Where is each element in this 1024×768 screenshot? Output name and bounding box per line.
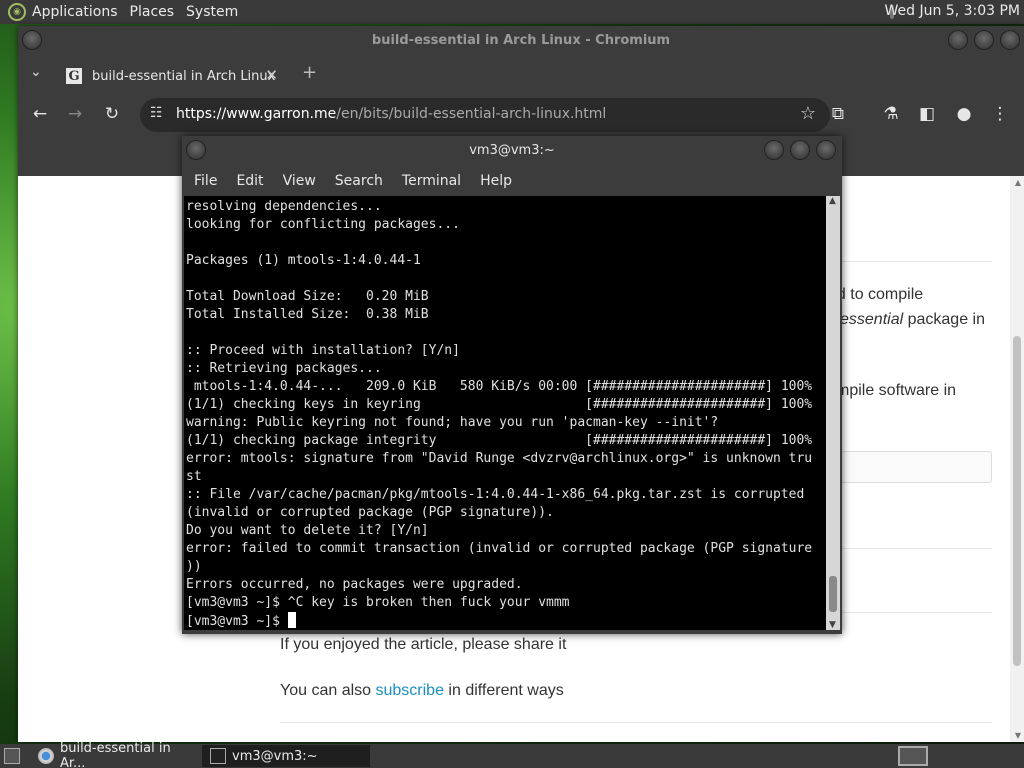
minimize-button[interactable] — [764, 140, 784, 160]
tab-title: build-essential in Arch Linux — [92, 68, 276, 84]
show-desktop-icon[interactable] — [4, 748, 20, 764]
prompt-text: [vm3@vm3 ~]$ — [186, 614, 288, 629]
window-menu-button[interactable] — [22, 30, 42, 50]
tab-close-icon[interactable]: ✕ — [265, 66, 278, 84]
reload-icon[interactable]: ↻ — [101, 104, 123, 124]
top-panel: ◉ Applications Places System Wed Jun 5, … — [0, 0, 1024, 24]
terminal-line: Total Download Size: 0.20 MiB — [186, 289, 429, 304]
divider — [280, 722, 992, 723]
subscribe-link[interactable]: subscribe — [375, 682, 443, 699]
browser-toolbar: ← → ↻ ☷ https://www.garron.me/en/bits/bu… — [18, 94, 1024, 138]
terminal-scrollbar[interactable]: ▲ ▼ — [826, 196, 840, 630]
back-icon[interactable]: ← — [29, 104, 51, 124]
url-text[interactable]: https://www.garron.me/en/bits/build-esse… — [176, 106, 606, 122]
side-panel-icon[interactable]: ◧ — [916, 104, 938, 124]
tab-search-icon[interactable]: ⌄ — [30, 64, 42, 80]
profile-icon[interactable]: ● — [953, 104, 975, 124]
terminal-line: warning: Public keyring not found; have … — [186, 415, 719, 430]
labs-flask-icon[interactable]: ⚗ — [880, 104, 902, 124]
terminal-line: (1/1) checking package integrity [######… — [186, 433, 813, 448]
menu-kebab-icon[interactable]: ⋮ — [989, 104, 1011, 124]
browser-titlebar[interactable]: build-essential in Arch Linux - Chromium — [18, 26, 1024, 56]
terminal-output[interactable]: resolving dependencies... looking for con… — [184, 196, 826, 630]
page-input-box[interactable] — [818, 451, 992, 483]
terminal-line: [vm3@vm3 ~]$ ^C key is broken then fuck … — [186, 595, 570, 610]
bottom-panel: build-essential in Ar... vm3@vm3:~ — [0, 741, 1024, 768]
chromium-icon — [38, 748, 54, 764]
tab-strip: ⌄ G build-essential in Arch Linux ✕ + — [18, 56, 1024, 94]
taskbar-item-terminal[interactable]: vm3@vm3:~ — [202, 745, 370, 767]
terminal-line: :: Proceed with installation? [Y/n] — [186, 343, 460, 358]
terminal-line: (1/1) checking keys in keyring [########… — [186, 397, 813, 412]
tab-build-essential[interactable]: G build-essential in Arch Linux ✕ — [58, 60, 288, 92]
terminal-line: looking for conflicting packages... — [186, 217, 460, 232]
terminal-line: mtools-1:4.0.44-... 209.0 KiB 580 KiB/s … — [186, 379, 813, 394]
close-button[interactable] — [1000, 30, 1020, 50]
share-text: If you enjoyed the article, please share… — [280, 636, 567, 653]
terminal-icon — [210, 748, 226, 764]
terminal-line: Packages (1) mtools-1:4.0.44-1 — [186, 253, 421, 268]
terminal-window: vm3@vm3:~ File Edit View Search Terminal… — [182, 136, 842, 634]
terminal-prompt-line[interactable]: [vm3@vm3 ~]$ — [186, 612, 826, 630]
menu-system[interactable]: System — [186, 4, 238, 20]
minimize-button[interactable] — [948, 30, 968, 50]
menu-places[interactable]: Places — [130, 4, 175, 20]
terminal-line: :: Retrieving packages... — [186, 361, 382, 376]
clock[interactable]: Wed Jun 5, 3:03 PM — [884, 3, 1020, 19]
scroll-down-icon[interactable]: ▼ — [829, 620, 836, 630]
site-info-icon[interactable]: ☷ — [150, 105, 163, 121]
new-tab-icon[interactable]: + — [302, 62, 317, 83]
terminal-title: vm3@vm3:~ — [469, 143, 555, 158]
forward-icon[interactable]: → — [64, 104, 86, 124]
menu-file[interactable]: File — [194, 173, 217, 189]
paragraph-fragment: mpile software in — [836, 382, 957, 399]
scroll-up-icon[interactable]: ▲ — [829, 196, 836, 206]
terminal-line: )) — [186, 559, 202, 574]
page-scrollbar[interactable]: ▲ ▼ — [1010, 176, 1024, 742]
scroll-thumb[interactable] — [1013, 336, 1021, 666]
menu-edit[interactable]: Edit — [236, 173, 263, 189]
terminal-line: st — [186, 469, 202, 484]
scroll-up-icon[interactable]: ▲ — [1015, 178, 1021, 187]
terminal-menubar: File Edit View Search Terminal Help — [182, 166, 842, 196]
terminal-titlebar[interactable]: vm3@vm3:~ — [182, 136, 842, 166]
menu-search[interactable]: Search — [335, 173, 383, 189]
maximize-button[interactable] — [974, 30, 994, 50]
workspace-switcher[interactable] — [898, 746, 928, 766]
window-menu-button[interactable] — [186, 140, 206, 160]
terminal-line: Do you want to delete it? [Y/n] — [186, 523, 429, 538]
menu-applications[interactable]: Applications — [32, 4, 118, 20]
text-cursor — [287, 612, 296, 628]
browser-window-title: build-essential in Arch Linux - Chromium — [371, 33, 671, 48]
taskbar-label: vm3@vm3:~ — [232, 748, 318, 764]
bookmark-star-icon[interactable]: ☆ — [800, 103, 816, 124]
extensions-icon[interactable]: ⧉ — [827, 104, 849, 124]
taskbar-item-browser[interactable]: build-essential in Ar... — [30, 741, 200, 768]
terminal-line: Errors occurred, no packages were upgrad… — [186, 577, 523, 592]
menu-help[interactable]: Help — [480, 173, 512, 189]
terminal-line: resolving dependencies... — [186, 199, 382, 214]
terminal-line: error: mtools: signature from "David Run… — [186, 451, 813, 466]
maximize-button[interactable] — [790, 140, 810, 160]
taskbar-label: build-essential in Ar... — [59, 741, 171, 768]
distro-logo-icon[interactable]: ◉ — [8, 3, 26, 21]
terminal-line: :: File /var/cache/pacman/pkg/mtools-1:4… — [186, 487, 805, 502]
menu-view[interactable]: View — [283, 173, 316, 189]
address-bar[interactable]: ☷ https://www.garron.me/en/bits/build-es… — [140, 98, 830, 132]
paragraph-fragment: essential package in — [840, 311, 985, 328]
menu-terminal[interactable]: Terminal — [402, 173, 461, 189]
subscribe-paragraph: You can also subscribe in different ways — [280, 682, 564, 699]
scroll-thumb[interactable] — [829, 576, 837, 612]
favicon-icon: G — [66, 68, 82, 84]
terminal-line: error: failed to commit transaction (inv… — [186, 541, 813, 556]
paragraph-fragment: ed to compile — [828, 286, 924, 303]
terminal-line: (invalid or corrupted package (PGP signa… — [186, 505, 554, 520]
terminal-line: Total Installed Size: 0.38 MiB — [186, 307, 429, 322]
scroll-down-icon[interactable]: ▼ — [1015, 731, 1021, 740]
close-button[interactable] — [816, 140, 836, 160]
